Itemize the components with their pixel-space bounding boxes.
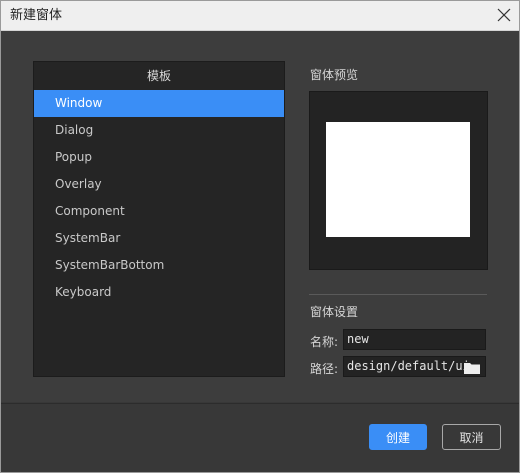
new-window-dialog: 新建窗体 模板 Window Dialog Popup Overlay Comp… xyxy=(0,0,520,473)
template-item-popup[interactable]: Popup xyxy=(34,144,284,171)
dialog-title: 新建窗体 xyxy=(10,8,63,23)
name-field[interactable]: new xyxy=(343,329,486,350)
template-list: Window Dialog Popup Overlay Component Sy… xyxy=(34,90,284,306)
dialog-footer: 创建 取消 xyxy=(1,403,519,472)
template-item-systembar[interactable]: SystemBar xyxy=(34,225,284,252)
template-item-keyboard[interactable]: Keyboard xyxy=(34,279,284,306)
title-bar: 新建窗体 xyxy=(1,1,519,31)
divider xyxy=(309,294,487,295)
folder-icon xyxy=(464,363,480,374)
template-item-systembarbottom[interactable]: SystemBarBottom xyxy=(34,252,284,279)
preview-frame xyxy=(309,91,488,270)
template-item-component[interactable]: Component xyxy=(34,198,284,225)
create-button[interactable]: 创建 xyxy=(369,424,427,450)
template-item-window[interactable]: Window xyxy=(34,90,284,117)
name-label: 名称: xyxy=(310,335,339,349)
dialog-content: 模板 Window Dialog Popup Overlay Component… xyxy=(1,31,519,402)
template-panel: 模板 Window Dialog Popup Overlay Component… xyxy=(33,61,285,377)
path-value: design/default/ui xyxy=(347,359,470,373)
close-button[interactable] xyxy=(495,6,513,24)
cancel-button[interactable]: 取消 xyxy=(442,424,501,450)
template-item-dialog[interactable]: Dialog xyxy=(34,117,284,144)
path-field[interactable]: design/default/ui xyxy=(343,356,486,377)
folder-browse-button[interactable] xyxy=(464,361,480,374)
path-label: 路径: xyxy=(310,362,339,376)
close-icon xyxy=(497,8,511,22)
settings-label: 窗体设置 xyxy=(310,305,359,319)
preview-window xyxy=(326,122,470,237)
preview-label: 窗体预览 xyxy=(310,68,359,82)
template-item-overlay[interactable]: Overlay xyxy=(34,171,284,198)
template-header: 模板 xyxy=(146,69,171,83)
